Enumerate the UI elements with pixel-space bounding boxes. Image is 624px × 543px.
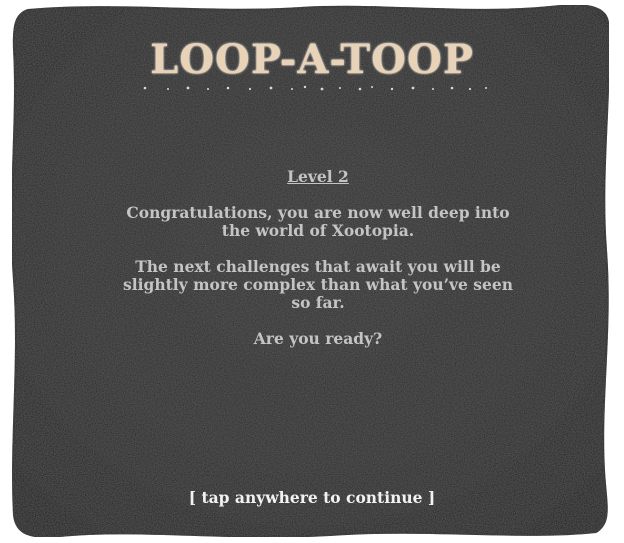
game-title: LOOP-A-TOOP [150, 36, 474, 83]
message-congratulations: Congratulations, you are now well deep i… [126, 203, 510, 240]
message-ready-question: Are you ready? [253, 329, 383, 348]
tap-to-continue-prompt[interactable]: [ tap anywhere to continue ] [0, 488, 624, 507]
message-challenges: The next challenges that await you will … [123, 257, 513, 312]
level-intro-message: Level 2 Congratulations, you are now wel… [112, 168, 524, 366]
level-label: Level 2 [287, 167, 349, 186]
game-screen[interactable]: LOOP-A-TOOP Level 2 Congratulations, you… [0, 0, 624, 543]
sparkle-divider [143, 85, 487, 91]
